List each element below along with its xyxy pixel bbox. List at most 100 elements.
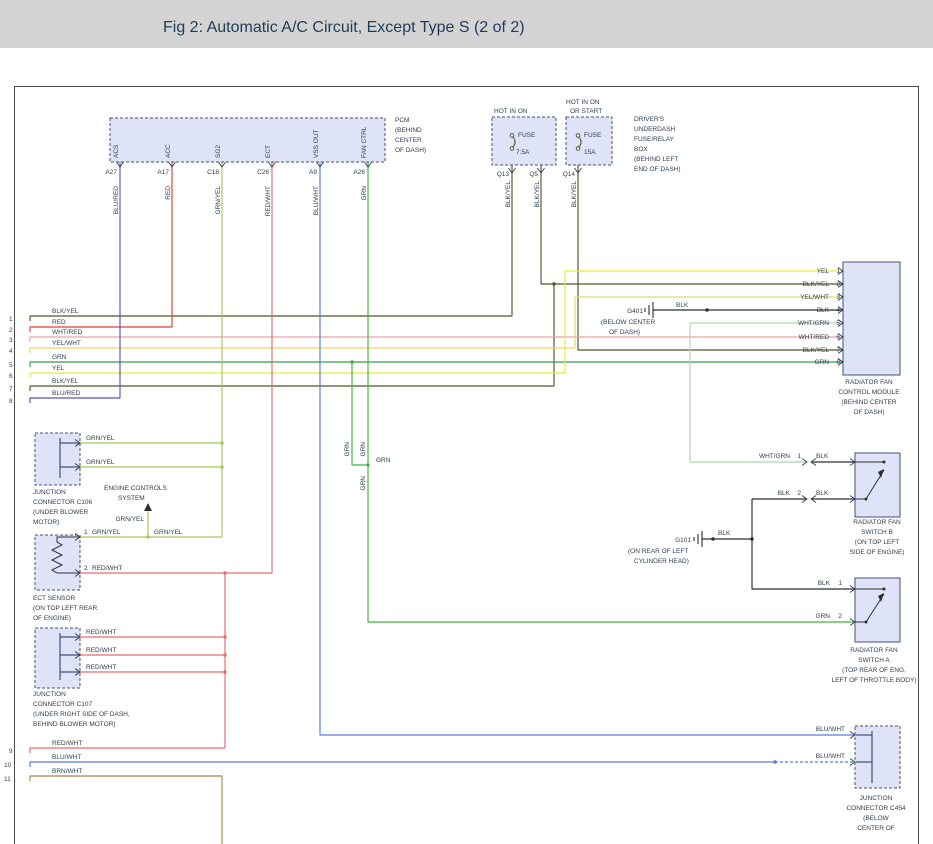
- pcm-pin-id: A9: [309, 169, 317, 176]
- wire-color-label: GRN/YEL: [92, 529, 121, 536]
- pcm-pin-signal: ECT: [265, 145, 272, 158]
- wire-color-label: BLK: [778, 490, 791, 497]
- junction-dot: [711, 537, 714, 540]
- fuse-pin-id: Q13: [497, 171, 510, 178]
- wire-bluwht-row10: [30, 762, 775, 767]
- junction-dot: [552, 282, 555, 285]
- ground-location-label: (ON REAR OF LEFT: [628, 548, 688, 555]
- wire-color-label: BLU/WHT: [52, 754, 81, 761]
- wire-color-label: GRN/YEL: [154, 529, 183, 536]
- fuse-label: FUSE: [518, 132, 536, 139]
- wire-color-label: WHT/GRN: [798, 320, 829, 327]
- component-label: (ON TOP LEFT REAR: [33, 605, 97, 612]
- wiring-diagram: Fig 2: Automatic A/C Circuit, Except Typ…: [0, 0, 933, 844]
- wire-color-label: GRN: [816, 613, 831, 620]
- fuse-icon: [510, 147, 514, 151]
- fan-switch-a-box: [855, 578, 900, 642]
- junction-dot: [220, 465, 223, 468]
- pcm-pin-id: C18: [207, 169, 219, 176]
- wire-color-label: BRN/WHT: [52, 768, 82, 775]
- pin-number: 1: [84, 529, 88, 536]
- wire-color-label: GRN: [376, 457, 391, 464]
- wire-color-label: GRN: [344, 442, 351, 457]
- wire-color-label: BLU/WHT: [816, 726, 845, 733]
- component-label: SIDE OF ENGINE): [850, 549, 905, 556]
- component-label: CONNECTOR C107: [33, 701, 93, 708]
- fusebox-label: BOX: [634, 146, 648, 153]
- pcm-pin-signal: SG2: [215, 145, 222, 158]
- junction-connector-c106-box: [35, 433, 80, 485]
- system-label: SYSTEM: [118, 495, 145, 502]
- ground-location-label: (BELOW CENTER: [601, 319, 655, 326]
- switch-contact: [865, 621, 868, 624]
- diagram-frame: [15, 87, 919, 844]
- component-label: JUNCTION: [860, 795, 893, 802]
- junction-dot: [350, 360, 353, 363]
- component-label: ECT SENSOR: [33, 595, 75, 602]
- wire-color-label: RED: [165, 186, 172, 200]
- wire-color-label: BLK/YEL: [803, 281, 830, 288]
- switch-contact: [865, 498, 868, 501]
- wire-color-label: YEL: [52, 365, 65, 372]
- wire-color-label: GRN/YEL: [86, 435, 115, 442]
- pcm-label: CENTER: [395, 137, 422, 144]
- fusebox-label: UNDERDASH: [634, 126, 675, 133]
- wire-color-label: GRN: [361, 186, 368, 201]
- switch-contact: [883, 461, 886, 464]
- component-label: CENTER OF: [857, 825, 895, 832]
- pin-number: 2: [797, 490, 801, 497]
- component-label: RADIATOR FAN: [853, 519, 901, 526]
- pin-number: 1: [838, 580, 842, 587]
- wire-color-label: BLK: [817, 307, 830, 314]
- pcm-label: OF DASH): [395, 147, 426, 154]
- fuse-box-1: [492, 117, 556, 165]
- component-label: SWITCH B: [861, 529, 893, 536]
- pin-number: 2: [838, 613, 842, 620]
- wire-color-label: GRN/YEL: [215, 186, 222, 215]
- wire-color-label: BLU/WHT: [313, 186, 320, 215]
- component-label: LEFT OF THROTTLE BODY): [832, 677, 917, 684]
- wire-grn-fanctrl: [368, 162, 855, 622]
- row-number: 3: [9, 337, 13, 344]
- wire-bluwht-vss: [320, 162, 855, 735]
- wire-color-label: BLK: [816, 453, 829, 460]
- pcm-pin-signal: VSS OUT: [313, 129, 320, 158]
- junction-dot: [146, 535, 149, 538]
- row-number: 11: [4, 776, 11, 783]
- wire-color-label: BLK/YEL: [505, 181, 512, 208]
- wire-grnyel-main: [80, 162, 222, 537]
- fusebox-label: DRIVER'S: [634, 116, 665, 123]
- ground-id: G101: [675, 537, 691, 544]
- wire-brnwht-row11: [30, 776, 222, 844]
- component-label: OF DASH): [853, 409, 884, 416]
- component-label: CONTROL MODULE: [838, 389, 900, 396]
- fuse-amp-label: 7.5A: [516, 149, 530, 156]
- wire-redwht-row9: [30, 748, 225, 753]
- component-label: JUNCTION: [33, 489, 66, 496]
- wire-color-label: BLK/YEL: [571, 181, 578, 208]
- wire-whtred-row3-pin6: [30, 337, 843, 342]
- wire-blk-swa1: [752, 499, 855, 589]
- wire-color-label: BLK: [818, 580, 831, 587]
- row-number: 9: [9, 748, 13, 755]
- wire-blured-row8: [30, 162, 120, 403]
- component-label: MOTOR): [33, 519, 59, 526]
- ground-location-label: CYLINDER HEAD): [634, 558, 689, 565]
- component-label: CONNECTOR C454: [846, 805, 906, 812]
- power-source-label: HOT IN ON: [494, 108, 528, 115]
- junction-dot: [220, 441, 223, 444]
- row-number: 10: [4, 762, 12, 769]
- wire-color-label: YEL/WHT: [800, 294, 829, 301]
- fan-control-module-box: [843, 262, 900, 375]
- pcm-box: [110, 118, 385, 162]
- wire-color-label: BLK: [816, 490, 829, 497]
- ground-location-label: OF DASH): [609, 329, 640, 336]
- system-label: ENGINE CONTROLS: [104, 485, 168, 492]
- junction-dot: [705, 308, 708, 311]
- fusebox-label: END OF DASH): [634, 166, 681, 173]
- wire-color-label: YEL/WHT: [52, 340, 81, 347]
- fusebox-label: FUSE/RELAY: [634, 136, 675, 143]
- wire-color-label: WHT/RED: [799, 334, 830, 341]
- wire-color-label: RED/WHT: [86, 647, 116, 654]
- row-number: 7: [9, 386, 13, 393]
